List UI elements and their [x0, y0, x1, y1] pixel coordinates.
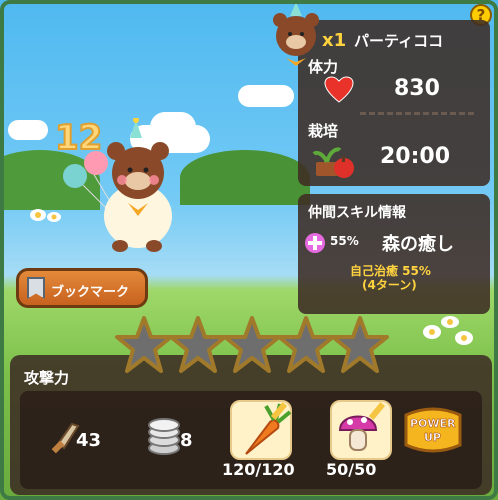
cloud [8, 120, 48, 140]
star-icon [331, 316, 389, 373]
power-up-badge-icon [404, 407, 462, 453]
character-info-panel: x1 パーティココ 体力 830 栽培 20:00 [273, 2, 490, 186]
skill-name: 森の癒し [382, 234, 454, 255]
sword-value: 43 [76, 430, 102, 451]
character-name: パーティココ [354, 32, 444, 50]
star-icon [277, 316, 335, 373]
game-screen: 12 ? x1 パーティココ 体力 830 栽培 20:00 仲間スキル情報 5… [0, 0, 498, 500]
coins-value: 8 [180, 430, 193, 451]
star-icon [223, 316, 281, 373]
balloon-number: 12 [54, 117, 103, 159]
power-up-button[interactable]: POWER UP [400, 405, 466, 455]
skill-info-panel: 仲間スキル情報 55% 森の癒し 自己治癒 55% (4ターン) [298, 194, 490, 314]
heal-icon [305, 233, 325, 253]
heart-icon [324, 76, 354, 103]
skill-header: 仲間スキル情報 [308, 205, 406, 221]
skill-percent: 55% [330, 234, 359, 248]
bookmark-button[interactable]: ブックマーク [16, 268, 148, 308]
cloud [238, 85, 294, 107]
flower-icon [423, 316, 473, 345]
attack-label: 攻撃力 [24, 369, 70, 387]
carrot-icon [245, 402, 292, 455]
bookmark-label: ブックマーク [51, 285, 130, 300]
mushroom-icon [338, 402, 386, 451]
power-up-line2: UP [424, 431, 442, 445]
cultivation-time: 20:00 [380, 144, 451, 169]
star-icon [115, 316, 173, 373]
coins-icon [148, 418, 180, 455]
plant-icon [312, 147, 354, 178]
divider [360, 112, 474, 115]
mushroom-value: 50/50 [326, 460, 377, 479]
bookmark-icon [27, 277, 45, 299]
hp-value: 830 [394, 76, 440, 101]
star-icon [169, 316, 227, 373]
power-up-line1: POWER [410, 417, 456, 431]
carrot-value: 120/120 [222, 460, 295, 479]
hp-label: 体力 [308, 58, 339, 76]
multiplier: x1 [322, 30, 347, 51]
skill-desc-2: (4ターン) [362, 278, 417, 292]
